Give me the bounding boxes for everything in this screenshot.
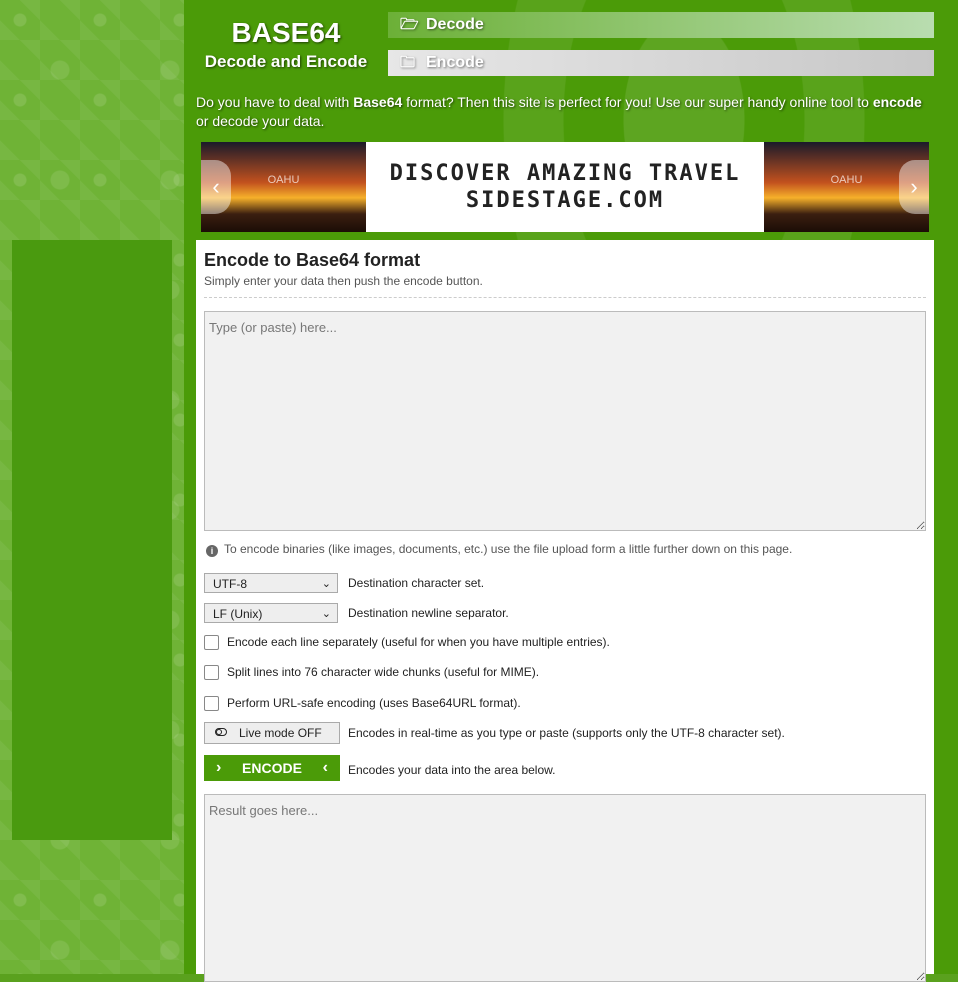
option-label: Encode each line separately (useful for …	[227, 635, 610, 649]
intro-text: Do you have to deal with Base64 format? …	[196, 94, 922, 129]
banner-text: DISCOVER AMAZING TRAVEL SIDESTAGE.COM	[389, 161, 741, 213]
intro-base64: Base64	[353, 94, 403, 110]
charset-label: Destination character set.	[348, 576, 485, 590]
result-textarea[interactable]	[204, 794, 926, 982]
encode-desc: Encodes your data into the area below.	[348, 763, 556, 777]
option-label: Perform URL-safe encoding (uses Base64UR…	[227, 696, 521, 710]
checkbox[interactable]	[204, 696, 219, 711]
info-icon: i	[206, 545, 218, 557]
site-title: BASE64	[231, 17, 341, 48]
nav-encode-button[interactable]: 🗀 Encode	[388, 50, 934, 76]
intro-encode: encode	[872, 94, 922, 110]
ad-placeholder	[12, 240, 172, 840]
banner-prev-arrow-icon[interactable]: ‹	[201, 160, 231, 214]
ad-banner[interactable]: OAHU DISCOVER AMAZING TRAVEL SIDESTAGE.C…	[201, 142, 929, 232]
file-upload-hint: i To encode binaries (like images, docume…	[206, 542, 792, 557]
checkbox[interactable]	[204, 635, 219, 650]
divider	[204, 297, 926, 298]
input-textarea[interactable]	[204, 311, 926, 531]
folder-icon: 🗀	[400, 54, 416, 71]
folder-open-icon: 🗁	[400, 16, 419, 33]
live-mode-button[interactable]: Live mode OFF	[204, 722, 340, 744]
encode-panel: Encode to Base64 format Simply enter you…	[196, 240, 934, 982]
option-label: Split lines into 76 character wide chunk…	[227, 665, 540, 679]
chevron-down-icon: ⌄	[321, 578, 331, 590]
panel-subheading: Simply enter your data then push the enc…	[204, 274, 483, 288]
site-subtitle: Decode and Encode	[204, 52, 368, 71]
decorative-sidebar	[0, 0, 184, 974]
newline-label: Destination newline separator.	[348, 606, 509, 620]
nav-encode-label: Encode	[426, 54, 484, 71]
nav-decode-button[interactable]: 🗁 Decode	[388, 12, 934, 38]
nav-decode-label: Decode	[426, 16, 484, 33]
banner-next-arrow-icon[interactable]: ›	[899, 160, 929, 214]
chevron-right-icon: ›	[216, 759, 222, 776]
chevron-down-icon: ⌄	[321, 608, 331, 620]
live-mode-desc: Encodes in real-time as you type or past…	[348, 726, 785, 740]
newline-select[interactable]: LF (Unix) ⌄	[204, 603, 338, 623]
chevron-left-icon: ‹	[322, 759, 328, 776]
toggle-off-icon	[215, 728, 227, 736]
charset-select[interactable]: UTF-8 ⌄	[204, 573, 338, 593]
panel-heading: Encode to Base64 format	[204, 250, 421, 270]
site-brand[interactable]: BASE64 Decode and Encode	[196, 16, 376, 72]
encode-button[interactable]: › ENCODE ‹	[204, 755, 340, 781]
checkbox[interactable]	[204, 665, 219, 680]
